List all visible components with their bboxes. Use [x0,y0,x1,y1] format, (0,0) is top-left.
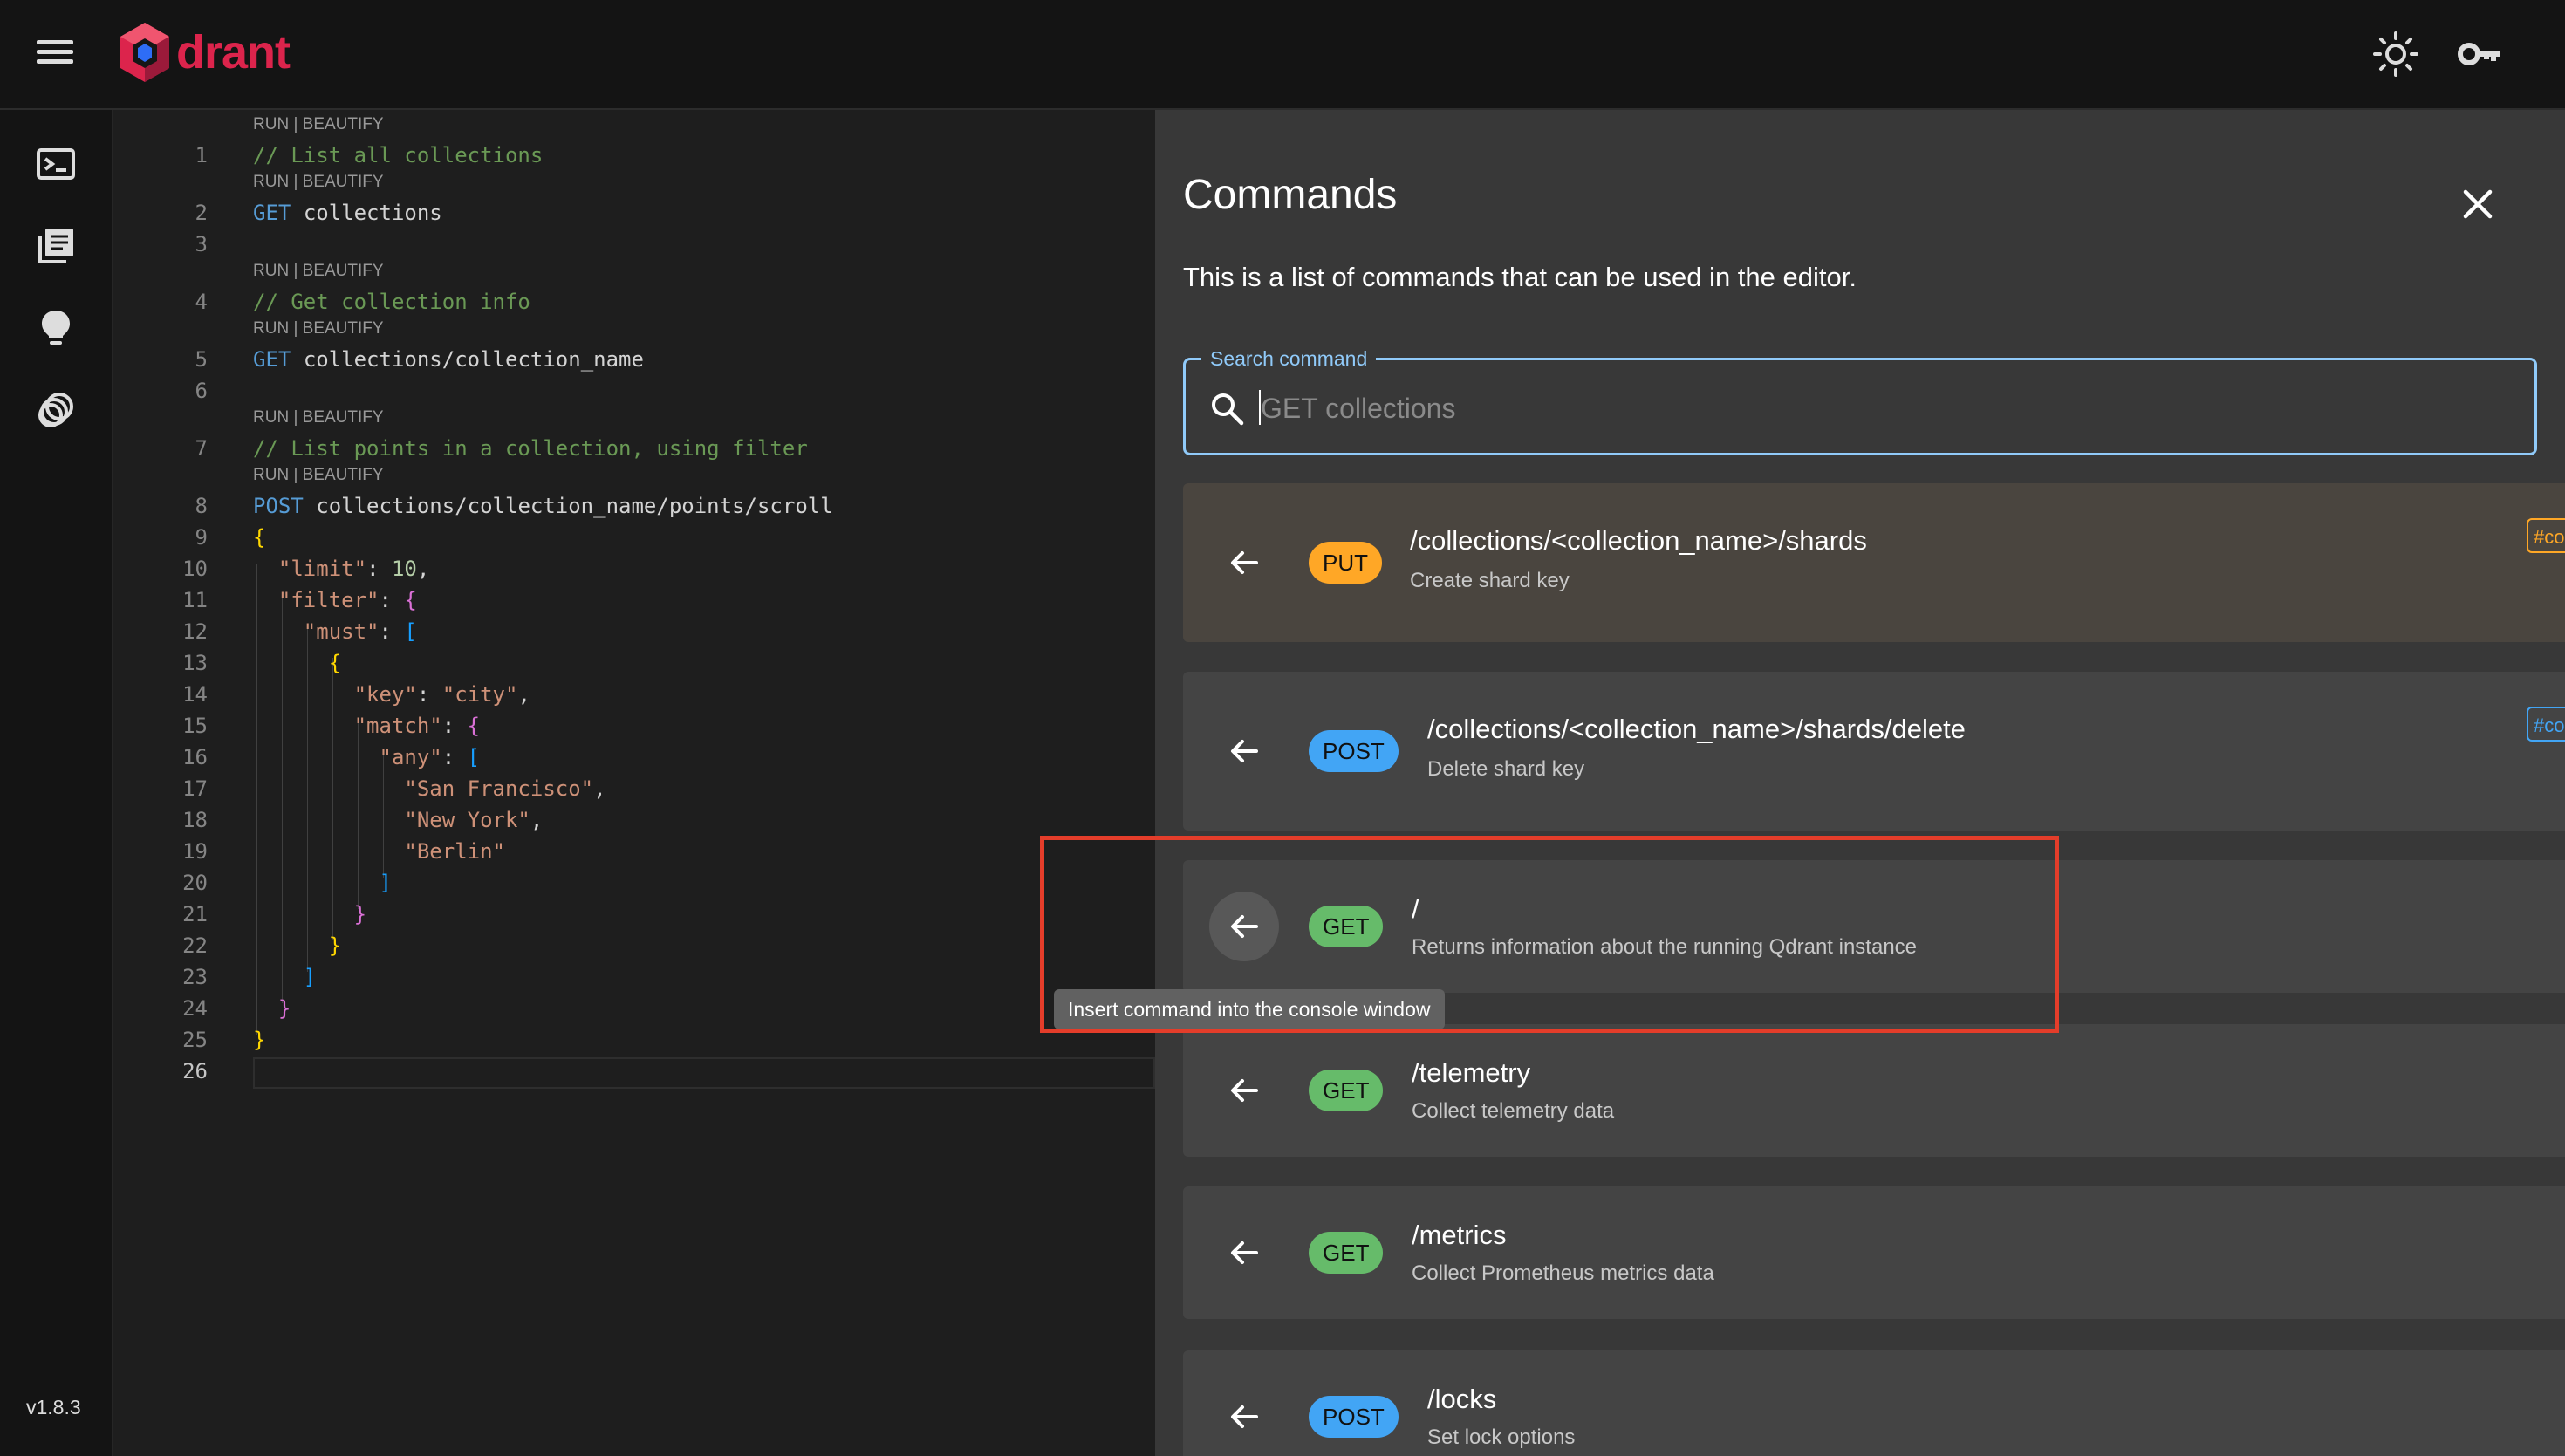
insert-command-button[interactable] [1209,892,1279,961]
command-path: /metrics [1412,1220,1507,1250]
command-card[interactable]: GET /telemetry Collect telemetry data [1183,1024,2565,1157]
arrow-left-icon [1231,915,1258,938]
top-bar: drant [0,0,2565,110]
hamburger-menu-icon[interactable] [37,38,73,66]
search-icon [1212,393,1244,426]
qdrant-logo-icon [120,23,169,82]
commands-panel: Commands This is a list of commands that… [1155,110,2565,1456]
sun-icon[interactable] [2371,30,2420,79]
lightbulb-icon[interactable] [35,307,77,349]
version-label: v1.8.3 [26,1396,81,1418]
search-input[interactable] [1259,381,2519,435]
command-description: Delete shard key [1427,757,1585,781]
code-line: 23 ] [182,965,317,989]
search-command-field[interactable]: Search command [1183,345,2537,455]
code-line: 20 ] [182,871,392,895]
command-card[interactable]: GET /metrics Collect Prometheus metrics … [1183,1186,2565,1319]
command-path: /locks [1427,1384,1497,1414]
qdrant-logo[interactable]: drant [117,19,291,85]
code-line: 16 "any": [ [182,745,481,769]
code-line: 10 "limit": 10, [182,557,430,581]
code-line: 15 "match": { [182,714,481,738]
insert-command-tooltip: Insert command into the console window [1054,989,1445,1029]
collections-icon[interactable] [35,225,77,267]
code-line: 18 "New York", [182,808,544,832]
arrow-left-icon [1231,551,1258,574]
code-line: 24 } [182,996,291,1021]
code-line: 17 "San Francisco", [182,776,606,801]
method-badge: PUT [1309,542,1382,584]
logo-text: drant [176,26,291,79]
code-line: 22 } [182,933,342,958]
code-line: 1// List all collections [195,143,544,167]
method-badge: GET [1309,1070,1384,1111]
category-tag: #co [2527,518,2565,553]
command-path: /collections/<collection_name>/shards [1410,525,1867,556]
terminal-icon[interactable] [35,143,77,185]
insert-command-button[interactable] [1209,716,1279,786]
command-card[interactable]: GET / Returns information about the runn… [1183,860,2565,993]
arrow-left-icon [1231,1079,1258,1102]
run-beautify-lens[interactable]: RUN | BEAUTIFY [253,262,384,281]
run-beautify-lens[interactable]: RUN | BEAUTIFY [253,319,384,338]
code-editor[interactable]: RUN | BEAUTIFY RUN | BEAUTIFY RUN | BEAU… [113,110,1155,1456]
command-description: Collect Prometheus metrics data [1412,1261,1714,1285]
code-line: 4// Get collection info [195,290,530,314]
insert-command-button[interactable] [1209,528,1279,598]
datasets-icon[interactable] [35,389,77,431]
arrow-left-icon [1231,1241,1258,1264]
command-path: / [1412,893,1419,924]
command-description: Create shard key [1410,569,1570,592]
code-line: 13 { [182,651,342,675]
panel-title: Commands [1183,172,1398,218]
code-line: 6 [195,379,208,403]
insert-command-button[interactable] [1209,1056,1279,1125]
command-card[interactable]: POST /locks Set lock options [1183,1350,2565,1456]
method-badge: GET [1309,1232,1384,1274]
code-line: 26 [182,1059,208,1083]
code-line: 25} [182,1028,266,1052]
run-beautify-lens[interactable]: RUN | BEAUTIFY [253,173,384,192]
key-icon[interactable] [2455,30,2504,79]
method-badge: POST [1309,730,1399,772]
run-beautify-lens[interactable]: RUN | BEAUTIFY [253,115,384,134]
command-description: Returns information about the running Qd… [1412,935,1918,959]
insert-command-button[interactable] [1209,1218,1279,1288]
run-beautify-lens[interactable]: RUN | BEAUTIFY [253,408,384,427]
code-line: 12 "must": [ [182,619,417,644]
command-description: Set lock options [1427,1425,1576,1449]
code-line: 2 GET collections [195,201,442,225]
arrow-left-icon [1231,1405,1258,1428]
text-caret [1259,390,1261,425]
arrow-left-icon [1231,740,1258,762]
code-line: 11 "filter": { [182,588,417,612]
sidebar: v1.8.3 [0,110,113,1456]
command-card[interactable]: POST /collections/<collection_name>/shar… [1183,672,2565,831]
panel-description: This is a list of commands that can be u… [1183,262,1857,292]
code-line: 14 "key": "city", [182,682,530,707]
code-line: 7// List points in a collection, using f… [195,436,808,461]
category-tag: #co [2527,707,2565,742]
method-badge: POST [1309,1396,1399,1438]
command-description: Collect telemetry data [1412,1099,1615,1123]
run-beautify-lens[interactable]: RUN | BEAUTIFY [253,466,384,485]
search-label: Search command [1201,345,1377,372]
command-path: /collections/<collection_name>/shards/de… [1427,714,1966,744]
command-card[interactable]: PUT /collections/<collection_name>/shard… [1183,483,2565,642]
code-line: 5 GET collections/collection_name [195,347,644,372]
command-path: /telemetry [1412,1057,1531,1088]
code-line: 8 POST collections/collection_name/points… [195,494,833,518]
close-icon[interactable] [2453,180,2502,229]
code-line: 3 [195,232,208,256]
code-line: 19 "Berlin" [182,839,505,864]
code-line: 9{ [195,525,266,550]
code-line: 21 } [182,902,367,926]
method-badge: GET [1309,906,1384,947]
insert-command-button[interactable] [1209,1382,1279,1452]
